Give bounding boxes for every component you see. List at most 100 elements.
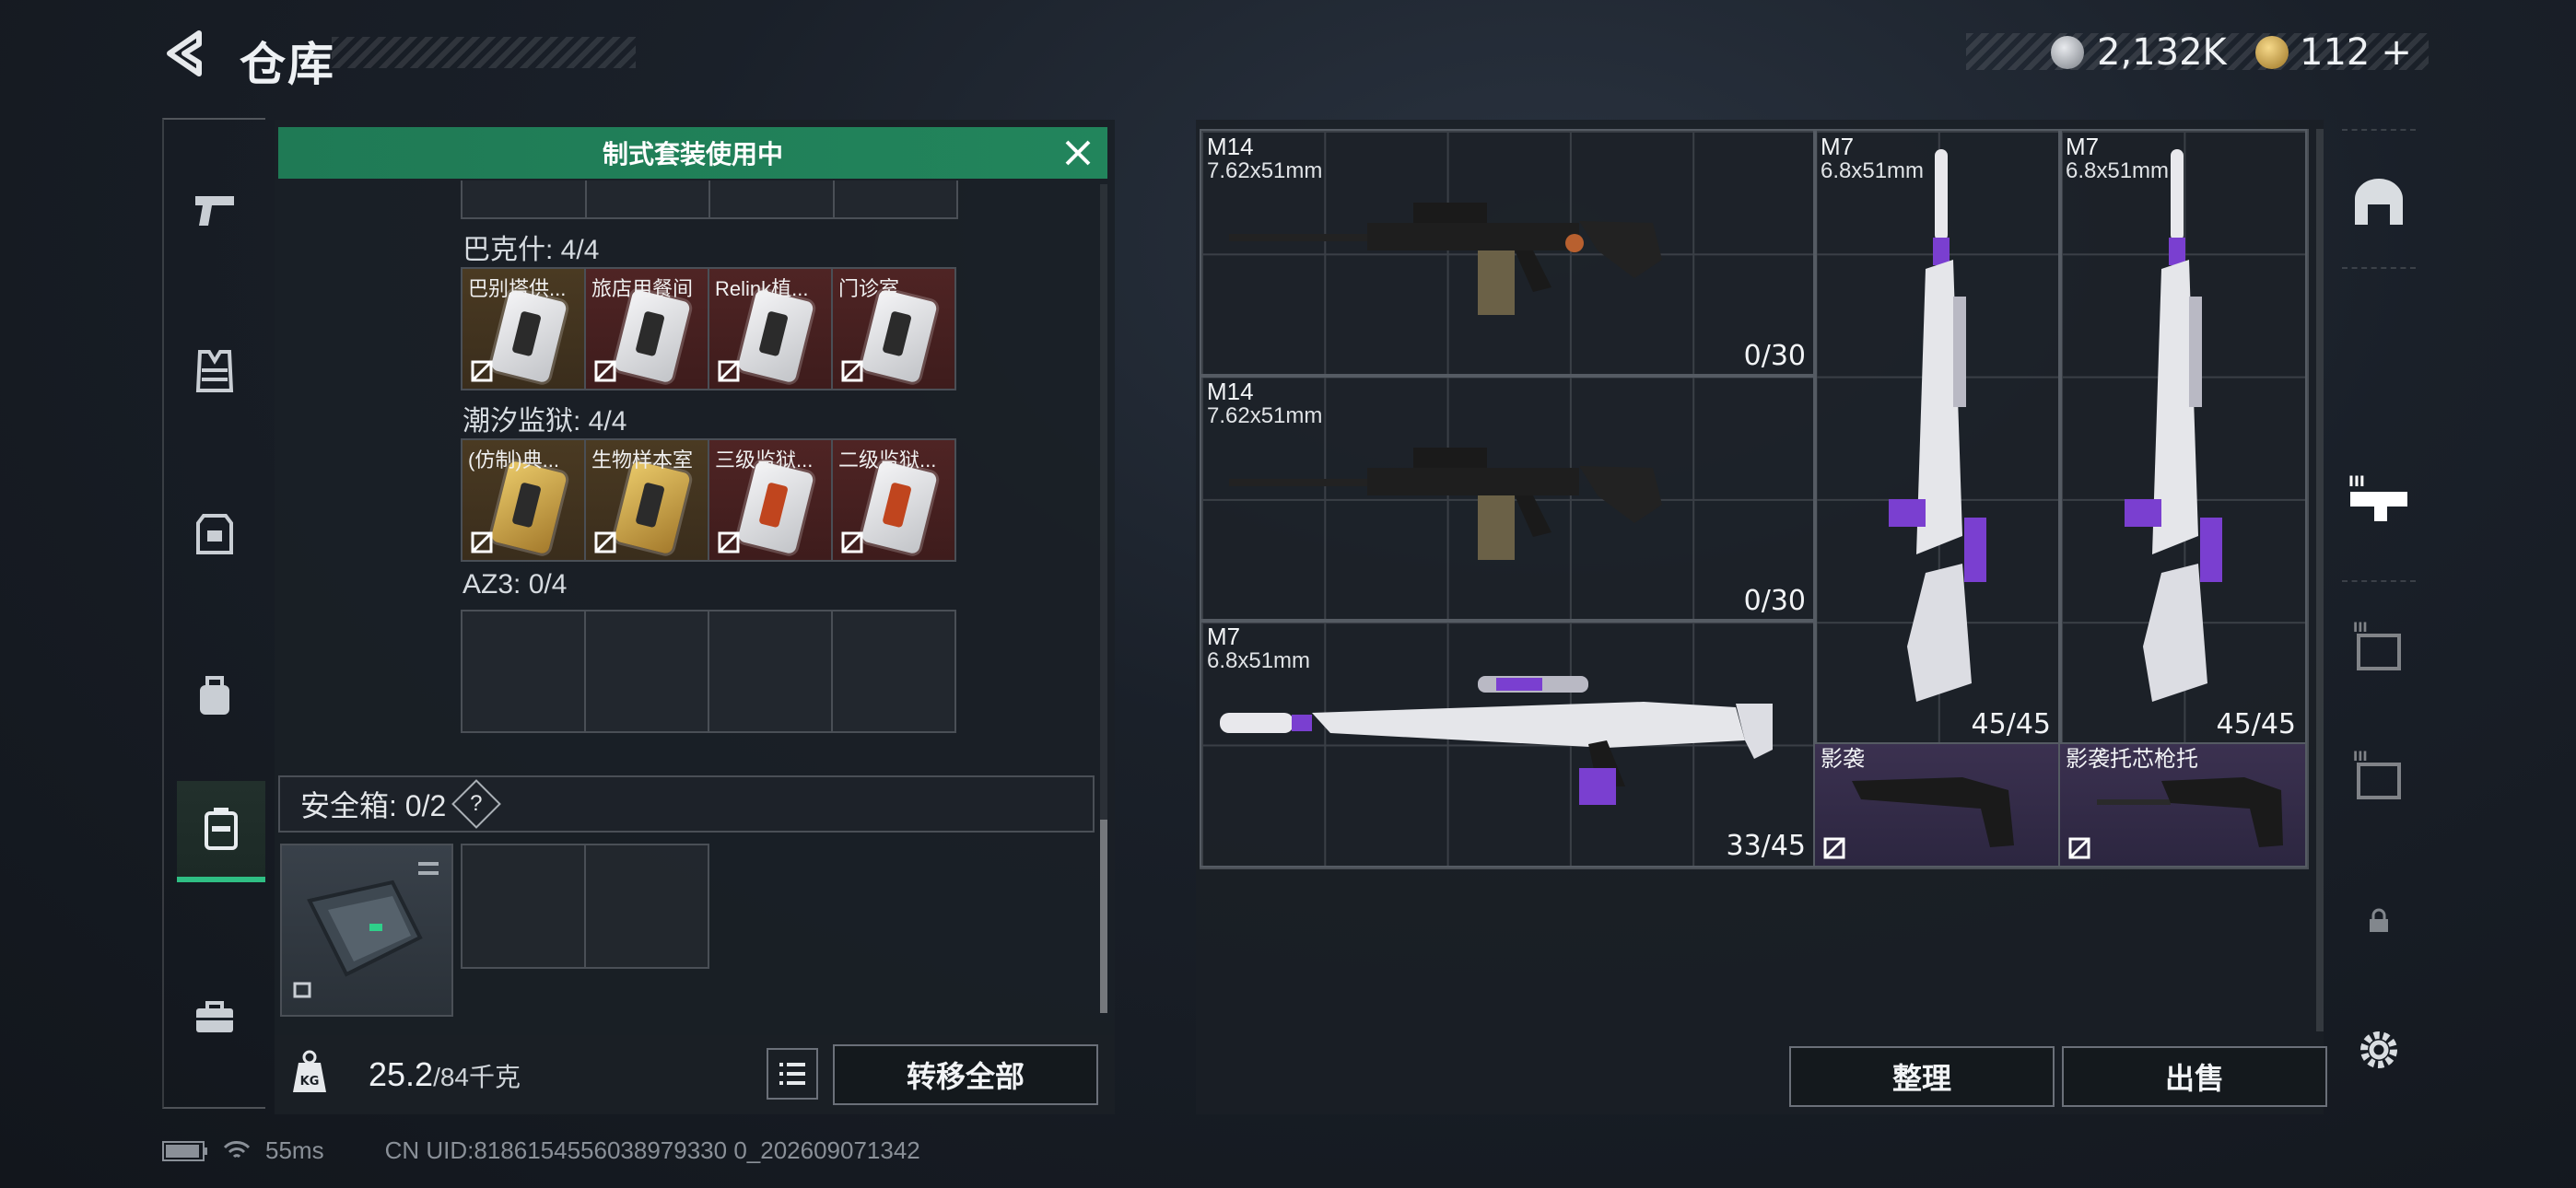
category-tier-3-gear[interactable]: III: [2333, 580, 2425, 709]
rail-backpack[interactable]: [164, 645, 265, 746]
close-icon[interactable]: [1060, 134, 1096, 171]
empty-slot[interactable]: [463, 845, 586, 967]
slot-name: 门诊室: [838, 277, 900, 300]
keycard-slot[interactable]: 门诊室: [833, 269, 954, 389]
category-locked[interactable]: [2333, 856, 2425, 985]
list-view-button[interactable]: [767, 1048, 818, 1100]
weapon-m14-2[interactable]: M14 7.62x51mm 0/30: [1200, 374, 1817, 623]
help-glyph: ?: [470, 790, 483, 816]
gear-tier-3-icon: III: [2353, 621, 2401, 670]
sell-button[interactable]: 出售: [2062, 1046, 2327, 1107]
weapon-name: M14: [1207, 378, 1254, 405]
weapon-name: M7: [1821, 133, 1855, 160]
armor-icon: [196, 514, 233, 554]
toolbox-icon: [196, 1001, 233, 1032]
weapon-caliber: 7.62x51mm: [1207, 158, 1323, 183]
empty-slot[interactable]: [709, 611, 833, 731]
back-button[interactable]: [162, 28, 208, 79]
safe-box-item[interactable]: [280, 844, 453, 1017]
case-icon: [205, 808, 238, 850]
stock-shadow-strike[interactable]: 影袭: [1813, 742, 2062, 868]
weapon-name: M14: [1207, 133, 1254, 160]
safe-box-slots: [461, 844, 709, 969]
keycard-slot[interactable]: 三级监狱...: [709, 440, 833, 560]
rail-toolbox[interactable]: [164, 967, 265, 1068]
currency-gold[interactable]: 112 +: [2255, 31, 2412, 74]
slot-name: (仿制)典...: [468, 448, 559, 472]
right-scrollbar[interactable]: [2316, 129, 2324, 1031]
previous-slot-row: [461, 181, 958, 219]
weapon-m14-1[interactable]: M14 7.62x51mm 0/30: [1200, 129, 1817, 378]
weight-readout: 25.2/84千克: [369, 1055, 521, 1094]
no-trade-icon: [718, 360, 740, 382]
sort-button[interactable]: 整理: [1789, 1046, 2055, 1107]
secure-case-icon: [293, 862, 439, 998]
group-label-tidal-prison: 潮汐监狱: 4/4: [463, 406, 627, 437]
svg-text:III: III: [2348, 472, 2365, 490]
title-decoration: [332, 37, 636, 68]
settings-button[interactable]: [2333, 985, 2425, 1114]
lock-icon: [2370, 908, 2388, 932]
svg-text:KG: KG: [300, 1075, 320, 1089]
no-trade-icon: [841, 360, 863, 382]
safe-box-header: 安全箱: 0/2 ?: [278, 775, 1095, 833]
stash-category-rail: III III III: [2333, 129, 2425, 1114]
currency-silver[interactable]: 2,132K: [2051, 31, 2227, 74]
keycard-slot[interactable]: 巴别塔供...: [463, 269, 586, 389]
empty-slot[interactable]: [586, 611, 709, 731]
keycard-slot[interactable]: 二级监狱...: [833, 440, 954, 560]
category-tier-3-weapons[interactable]: III: [2333, 433, 2425, 562]
category-tier-3-bag[interactable]: III: [2333, 709, 2425, 838]
status-bar: 55ms CN UID:8186154556038979330 0_202609…: [162, 1136, 920, 1165]
ping-text: 55ms: [265, 1136, 324, 1164]
page-title: 仓库: [240, 39, 335, 90]
slot-name: 三级监狱...: [715, 448, 814, 472]
silver-amount: 2,132K: [2097, 31, 2227, 74]
weapon-m7-vertical-1[interactable]: M7 6.8x51mm 45/45: [1813, 129, 2062, 746]
empty-slot[interactable]: [833, 611, 954, 731]
back-arrow-icon: [167, 30, 202, 76]
group-label-az3: AZ3: 0/4: [463, 569, 568, 600]
weapon-m7-horizontal[interactable]: M7 6.8x51mm 33/45: [1200, 619, 1817, 868]
bag-tier-3-icon: III: [2353, 750, 2401, 799]
safe-box-label: 安全箱: 0/2: [300, 789, 447, 822]
help-icon[interactable]: ?: [451, 779, 502, 829]
add-gold-button[interactable]: +: [2381, 31, 2412, 74]
weapon-m7-vertical-2[interactable]: M7 6.8x51mm 45/45: [2058, 129, 2307, 746]
empty-slot[interactable]: [463, 611, 586, 731]
left-scroll-thumb[interactable]: [1100, 820, 1107, 1013]
no-trade-icon: [594, 531, 616, 553]
vest-icon: [195, 350, 234, 392]
rail-pistol[interactable]: [164, 160, 265, 262]
rail-armor[interactable]: [164, 483, 265, 584]
rail-vest[interactable]: [164, 320, 265, 422]
transfer-all-button[interactable]: 转移全部: [833, 1044, 1098, 1105]
stock-shadow-strike-core[interactable]: 影袭托芯枪托: [2058, 742, 2307, 868]
slot-name: 二级监狱...: [838, 448, 937, 472]
rifle-icon: [1229, 448, 1662, 560]
keycard-slot[interactable]: 旅店用餐间: [586, 269, 709, 389]
empty-slot[interactable]: [586, 845, 708, 967]
weight-current: 25.2: [369, 1055, 434, 1093]
keycard-slot[interactable]: (仿制)典...: [463, 440, 586, 560]
weapon-ammo: 33/45: [1726, 830, 1806, 862]
category-all[interactable]: [2333, 138, 2425, 267]
weapon-name: M7: [2066, 133, 2100, 160]
keycard-slot[interactable]: Relink植...: [709, 269, 833, 389]
no-trade-icon: [718, 531, 740, 553]
weapon-caliber: 7.62x51mm: [1207, 403, 1323, 428]
rail-safe-case[interactable]: [177, 781, 265, 882]
weight-icon: KG: [291, 1050, 328, 1096]
weapon-ammo: 0/30: [1743, 340, 1806, 372]
no-trade-icon: [471, 531, 493, 553]
category-rail: [162, 118, 265, 1109]
list-icon: [779, 1063, 805, 1085]
slot-name: 旅店用餐间: [591, 277, 694, 300]
silver-coin-icon: [2051, 36, 2084, 69]
battery-icon: [162, 1140, 207, 1161]
keycard-slot[interactable]: 生物样本室: [586, 440, 709, 560]
slot-row-tidal-prison: (仿制)典... 生物样本室 三级监狱... 二级监狱...: [461, 438, 956, 562]
wifi-icon: [223, 1140, 251, 1158]
gold-amount: 112: [2300, 31, 2371, 74]
svg-text:III: III: [2353, 621, 2368, 635]
